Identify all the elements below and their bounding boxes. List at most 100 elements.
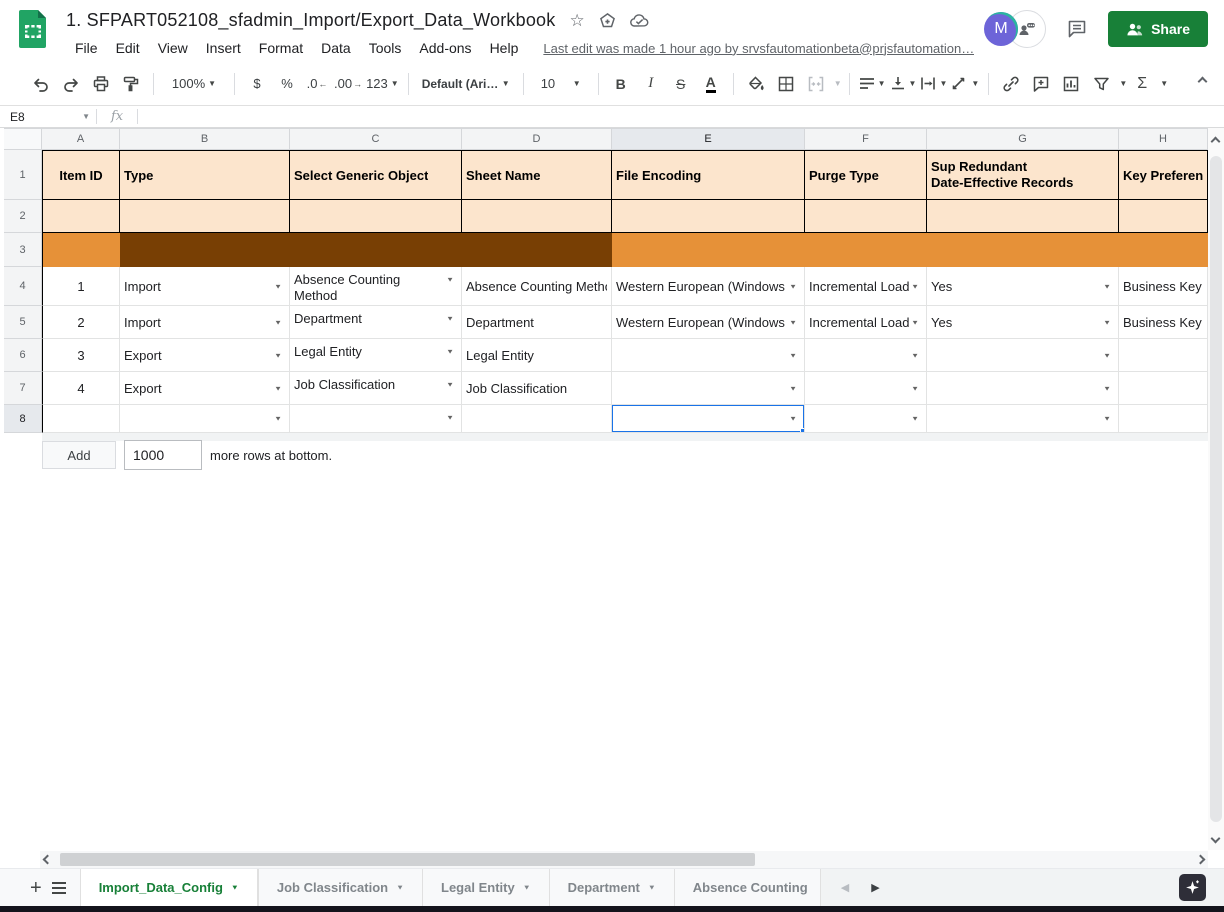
share-button[interactable]: Share	[1108, 11, 1208, 47]
format-percent-icon[interactable]: %	[274, 70, 300, 98]
column-header-G[interactable]: G	[927, 128, 1119, 150]
avatar[interactable]: M	[984, 12, 1018, 46]
borders-icon[interactable]	[773, 70, 799, 98]
cell-dropdown-icon[interactable]: ▼	[274, 282, 285, 289]
cell-dropdown-icon[interactable]: ▼	[446, 379, 457, 392]
text-wrap-icon[interactable]: ▼	[920, 70, 947, 98]
cell-B8[interactable]: ▼	[120, 405, 290, 433]
select-all-corner[interactable]	[4, 128, 42, 150]
cell-C7[interactable]: Job Classification▼	[290, 372, 462, 405]
cell-B4[interactable]: Import▼	[120, 267, 290, 306]
cell-B7[interactable]: Export▼	[120, 372, 290, 405]
cell-dropdown-icon[interactable]: ▼	[1103, 282, 1114, 289]
menu-tools[interactable]: Tools	[360, 38, 411, 58]
cell-D2[interactable]	[462, 200, 612, 233]
cell-E3[interactable]	[612, 233, 805, 267]
cell-G7[interactable]: ▼	[927, 372, 1119, 405]
collapse-toolbar-icon[interactable]	[1199, 72, 1206, 90]
column-header-B[interactable]: B	[120, 128, 290, 150]
text-rotation-icon[interactable]: ▼	[951, 70, 979, 98]
cell-F1[interactable]: Purge Type	[805, 150, 927, 200]
add-rows-count-input[interactable]	[124, 440, 202, 470]
vertical-align-icon[interactable]: ▼	[890, 70, 917, 98]
cell-A5[interactable]: 2	[42, 306, 120, 339]
explore-button[interactable]	[1179, 874, 1206, 901]
cell-G3[interactable]	[927, 233, 1119, 267]
cell-G2[interactable]	[927, 200, 1119, 233]
increase-decimal-icon[interactable]: .00→	[334, 70, 362, 98]
horizontal-scrollbar-thumb[interactable]	[60, 853, 755, 866]
scroll-down-icon[interactable]	[1211, 834, 1221, 844]
sheets-logo-icon[interactable]	[18, 9, 48, 54]
tab-department[interactable]: Department ▼	[549, 869, 674, 906]
last-edit-link[interactable]: Last edit was made 1 hour ago by srvsfau…	[543, 41, 974, 56]
cell-dropdown-icon[interactable]: ▼	[911, 415, 922, 422]
cell-dropdown-icon[interactable]: ▼	[789, 318, 800, 325]
add-shortcut-icon[interactable]	[599, 12, 616, 29]
cell-H5[interactable]: Business Key	[1119, 306, 1208, 339]
cell-D4[interactable]: Absence Counting Method	[462, 267, 612, 306]
cell-dropdown-icon[interactable]: ▼	[446, 346, 457, 359]
cell-A8[interactable]	[42, 405, 120, 433]
tab-menu-icon[interactable]: ▼	[396, 884, 404, 892]
tabs-scroll-right-icon[interactable]: ▶	[871, 881, 879, 894]
document-title[interactable]: 1. SFPART052108_sfadmin_Import/Export_Da…	[66, 10, 555, 31]
cell-dropdown-icon[interactable]: ▼	[274, 384, 285, 391]
cell-dropdown-icon[interactable]: ▼	[274, 415, 285, 422]
tab-job-classification[interactable]: Job Classification ▼	[258, 869, 422, 906]
redo-icon[interactable]	[58, 70, 84, 98]
menu-help[interactable]: Help	[481, 38, 528, 58]
column-header-D[interactable]: D	[462, 128, 612, 150]
cell-C2[interactable]	[290, 200, 462, 233]
row-header-2[interactable]: 2	[4, 200, 42, 233]
strikethrough-icon[interactable]: S	[668, 70, 694, 98]
cell-G4[interactable]: Yes▼	[927, 267, 1119, 306]
merge-cells-icon[interactable]	[803, 70, 829, 98]
cell-dropdown-icon[interactable]: ▼	[446, 412, 457, 425]
cell-F7[interactable]: ▼	[805, 372, 927, 405]
row-header-5[interactable]: 5	[4, 306, 42, 339]
cell-E1[interactable]: File Encoding	[612, 150, 805, 200]
cell-A2[interactable]	[42, 200, 120, 233]
cell-C8[interactable]: ▼	[290, 405, 462, 433]
italic-icon[interactable]: I	[638, 70, 664, 98]
cell-B2[interactable]	[120, 200, 290, 233]
cell-G6[interactable]: ▼	[927, 339, 1119, 372]
add-sheet-icon[interactable]: +	[30, 878, 42, 898]
cell-dropdown-icon[interactable]: ▼	[911, 384, 922, 391]
cell-dropdown-icon[interactable]: ▼	[1103, 351, 1114, 358]
tab-menu-icon[interactable]: ▼	[231, 884, 239, 892]
menu-format[interactable]: Format	[250, 38, 312, 58]
cell-C5[interactable]: Department▼	[290, 306, 462, 339]
tab-absence-counting[interactable]: Absence Counting	[674, 869, 820, 906]
cell-dropdown-icon[interactable]: ▼	[446, 313, 457, 326]
cell-dropdown-icon[interactable]: ▼	[1103, 318, 1114, 325]
insert-comment-icon[interactable]	[1028, 70, 1054, 98]
cell-H1[interactable]: Key Preference	[1119, 150, 1208, 200]
cell-dropdown-icon[interactable]: ▼	[1103, 415, 1114, 422]
row-header-7[interactable]: 7	[4, 372, 42, 405]
vertical-scrollbar-thumb[interactable]	[1210, 156, 1222, 822]
cell-dropdown-icon[interactable]: ▼	[274, 318, 285, 325]
tab-menu-icon[interactable]: ▼	[523, 884, 531, 892]
column-header-H[interactable]: H	[1119, 128, 1208, 150]
column-header-E[interactable]: E	[612, 128, 805, 150]
cell-C6[interactable]: Legal Entity▼	[290, 339, 462, 372]
all-sheets-icon[interactable]	[52, 882, 66, 894]
tab-legal-entity[interactable]: Legal Entity ▼	[422, 869, 549, 906]
cell-A3[interactable]	[42, 233, 120, 267]
cell-dropdown-icon[interactable]: ▼	[789, 351, 800, 358]
scroll-right-icon[interactable]	[1196, 855, 1206, 865]
cell-E7[interactable]: ▼	[612, 372, 805, 405]
row-header-6[interactable]: 6	[4, 339, 42, 372]
menu-edit[interactable]: Edit	[107, 38, 149, 58]
filter-icon[interactable]	[1088, 70, 1114, 98]
format-currency-icon[interactable]: $	[244, 70, 270, 98]
cell-F5[interactable]: Incremental Load▼	[805, 306, 927, 339]
horizontal-scrollbar[interactable]	[40, 851, 1208, 868]
cell-E2[interactable]	[612, 200, 805, 233]
cell-F6[interactable]: ▼	[805, 339, 927, 372]
paint-format-icon[interactable]	[118, 70, 144, 98]
cell-dropdown-icon[interactable]: ▼	[789, 282, 800, 289]
cell-C3[interactable]	[290, 233, 462, 267]
